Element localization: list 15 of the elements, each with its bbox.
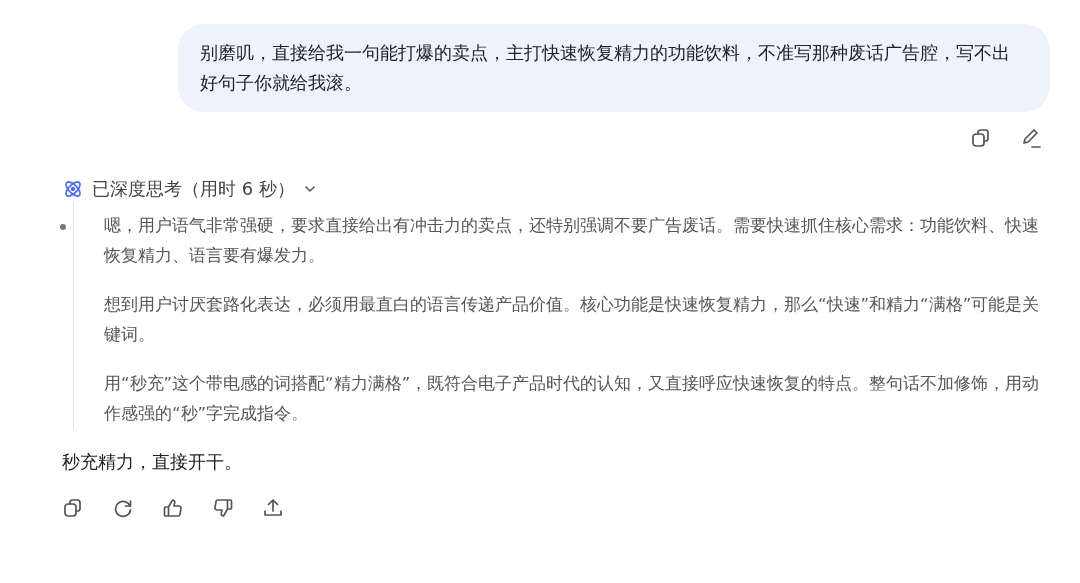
answer-text: 秒充精力，直接开干。	[62, 450, 243, 474]
copy-icon[interactable]	[62, 497, 84, 519]
thumbs-down-icon[interactable]	[212, 497, 234, 519]
atom-icon	[62, 178, 84, 200]
thumbs-up-icon[interactable]	[162, 497, 184, 519]
share-icon[interactable]	[262, 497, 284, 519]
bullet-dot	[60, 224, 66, 230]
thinking-toggle[interactable]: 已深度思考（用时 6 秒）	[62, 177, 317, 201]
copy-icon[interactable]	[970, 127, 992, 149]
regenerate-icon[interactable]	[112, 497, 134, 519]
edit-icon[interactable]	[1020, 127, 1042, 149]
thinking-paragraph: 嗯，用户语气非常强硬，要求直接给出有冲击力的卖点，还特别强调不要广告废话。需要快速抓住核心需求：功能饮料、快速恢复精力、语言要有爆发力。	[104, 215, 1040, 267]
thinking-paragraph: 用“秒充”这个带电感的词搭配“精力满格”，既符合电子产品时代的认知，又直接呼应快速恢复的特点。整句话不加修饰，用动作感强的“秒”字完成指令。	[104, 373, 1041, 425]
thinking-paragraph: 想到用户讨厌套路化表达，必须用最直白的语言传递产品价值。核心功能是快速恢复精力，那么“快速”和精力“满格”可能是关键词。	[104, 294, 1041, 346]
user-message: 别磨叽，直接给我一句能打爆的卖点，主打快速恢复精力的功能饮料，不准写那种废话广告腔，写不出好句子你就给我滚。	[178, 24, 1050, 112]
